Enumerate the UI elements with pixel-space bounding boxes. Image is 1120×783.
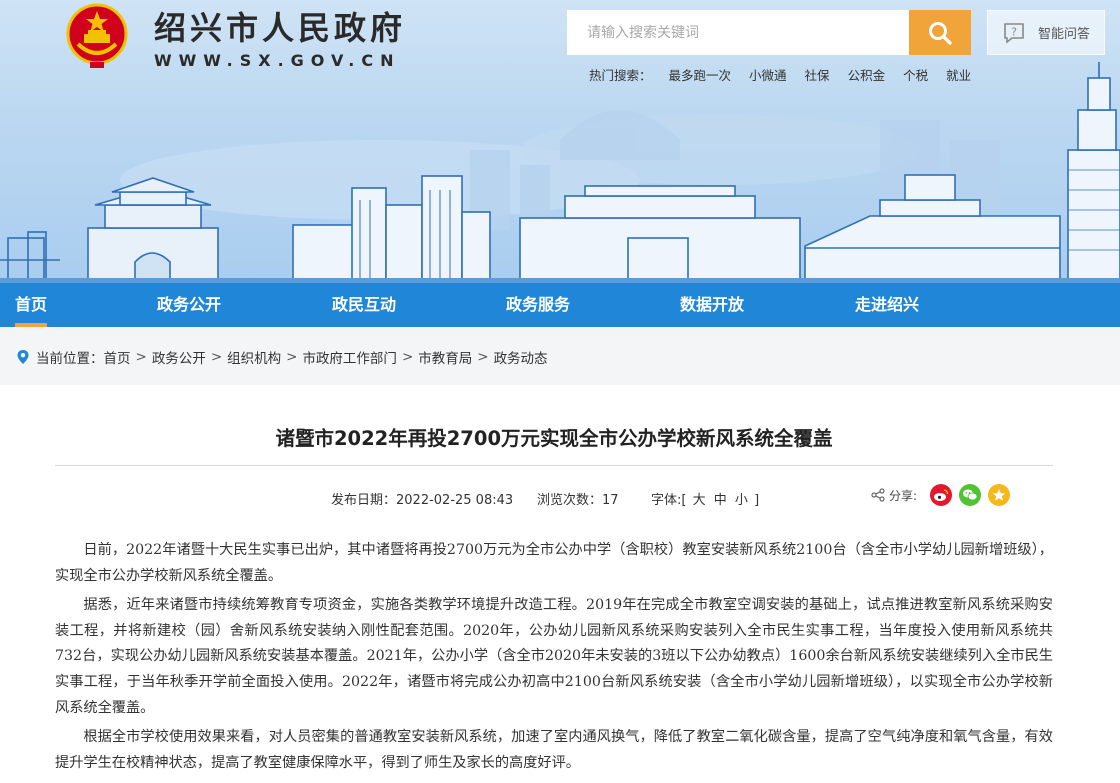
- breadcrumb-link[interactable]: 组织机构: [227, 347, 281, 367]
- breadcrumb-separator: >: [286, 349, 298, 365]
- hot-search: 热门搜索： 最多跑一次 小微通 社保 公积金 个税 就业: [589, 65, 989, 84]
- font-size-small[interactable]: 小: [735, 493, 748, 508]
- share-bar: 分享:: [871, 484, 1011, 506]
- nav-item-open-data[interactable]: 数据开放: [680, 283, 744, 327]
- hot-search-item[interactable]: 小微通: [749, 65, 787, 84]
- svg-text:?: ?: [1011, 25, 1017, 38]
- hot-search-item[interactable]: 就业: [946, 65, 971, 84]
- breadcrumb-label: 当前位置：: [36, 351, 104, 367]
- main-nav: 首页 政务公开 政民互动 政务服务 数据开放 走进绍兴: [0, 283, 1120, 327]
- font-size-control: 字体:[ 大 中 小 ]: [651, 489, 759, 508]
- wechat-icon: [963, 489, 978, 501]
- site-header: 绍兴市人民政府 WWW.SX.GOV.CN ? 智能问答 热门搜索： 最多跑一次…: [0, 0, 1120, 283]
- breadcrumb-separator: >: [135, 349, 147, 365]
- article-paragraph: 日前，2022年诸暨十大民生实事已出炉，其中诸暨将再投2700万元为全市公办中学…: [55, 542, 1053, 584]
- smart-qa-button[interactable]: ? 智能问答: [987, 10, 1105, 55]
- breadcrumb-separator: >: [401, 349, 414, 365]
- national-emblem-icon: [66, 3, 128, 68]
- hot-search-item[interactable]: 公积金: [848, 65, 886, 84]
- site-title: 绍兴市人民政府: [154, 9, 407, 47]
- nav-item-services[interactable]: 政务服务: [506, 283, 570, 327]
- publish-date: 发布日期：2022-02-25 08:43: [331, 493, 514, 508]
- breadcrumb-separator: >: [477, 349, 489, 365]
- article-body: 日前，2022年诸暨十大民生实事已出炉，其中诸暨将再投2700万元为全市公办中学…: [55, 538, 1053, 780]
- font-size-large[interactable]: 大: [693, 493, 706, 508]
- hot-search-item[interactable]: 社保: [805, 65, 830, 84]
- smart-qa-label: 智能问答: [1038, 27, 1091, 42]
- article-paragraph: 据悉，近年来诸暨市持续统筹教育专项资金，实施各类教学环境提升改造工程。2019年…: [55, 597, 1053, 716]
- search-icon: [929, 21, 952, 45]
- breadcrumb-separator: >: [210, 349, 223, 365]
- search-input[interactable]: [567, 10, 909, 55]
- nav-item-interaction[interactable]: 政民互动: [332, 283, 396, 327]
- breadcrumb-link[interactable]: 首页: [104, 347, 131, 367]
- article-paragraph: 根据全市学校使用效果来看，对人员密集的普通教室安装新风系统，加速了室内通风换气，…: [55, 729, 1053, 771]
- qzone-star-icon: [992, 489, 1006, 501]
- search-button[interactable]: [909, 10, 971, 55]
- breadcrumb-link[interactable]: 政务动态: [494, 347, 548, 367]
- font-size-label: 字体:[: [651, 493, 687, 508]
- wechat-share-button[interactable]: [959, 484, 982, 506]
- weibo-icon: [934, 489, 949, 501]
- nav-item-about-shaoxing[interactable]: 走进绍兴: [855, 283, 919, 327]
- hot-search-label: 热门搜索：: [589, 68, 652, 83]
- font-size-close-bracket: ]: [754, 493, 760, 508]
- breadcrumb-link[interactable]: 政务公开: [152, 347, 206, 367]
- share-label: 分享:: [889, 488, 918, 503]
- breadcrumb-bar: 当前位置： 首页 > 政务公开 > 组织机构 > 市政府工作部门 > 市教育局 …: [0, 327, 1120, 385]
- weibo-share-button[interactable]: [930, 484, 953, 506]
- view-count: 浏览次数：17: [537, 493, 619, 508]
- question-chat-icon: ?: [1004, 22, 1024, 44]
- nav-item-gov-affairs[interactable]: 政务公开: [157, 283, 221, 327]
- hot-search-item[interactable]: 最多跑一次: [669, 65, 732, 84]
- share-icon: [871, 488, 885, 502]
- location-pin-icon: [17, 350, 29, 364]
- title-divider: [55, 465, 1053, 466]
- article-title: 诸暨市2022年再投2700万元实现全市公办学校新风系统全覆盖: [275, 427, 833, 450]
- site-logo[interactable]: 绍兴市人民政府 WWW.SX.GOV.CN: [66, 2, 406, 70]
- breadcrumb: 当前位置： 首页 > 政务公开 > 组织机构 > 市政府工作部门 > 市教育局 …: [16, 347, 548, 367]
- font-size-medium[interactable]: 中: [714, 493, 727, 508]
- breadcrumb-link[interactable]: 市政府工作部门: [302, 347, 397, 367]
- site-url: WWW.SX.GOV.CN: [154, 51, 401, 70]
- nav-item-home[interactable]: 首页: [15, 283, 48, 327]
- hot-search-item[interactable]: 个税: [903, 65, 928, 84]
- qzone-share-button[interactable]: [988, 484, 1011, 506]
- breadcrumb-link[interactable]: 市教育局: [418, 347, 472, 367]
